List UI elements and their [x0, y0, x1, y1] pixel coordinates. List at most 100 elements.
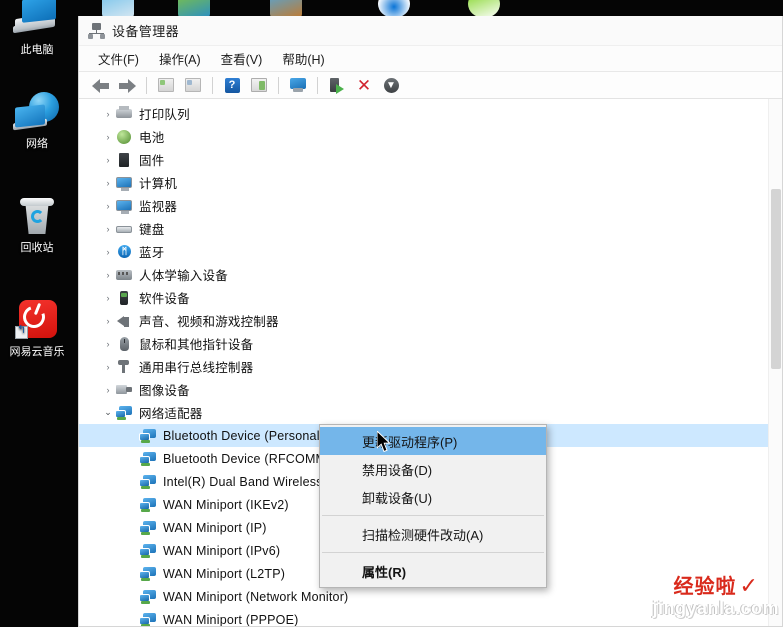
tree-item[interactable]: › ᛗ 蓝牙 — [79, 240, 782, 263]
software-device-icon — [115, 290, 133, 306]
context-menu-separator — [322, 552, 544, 553]
tree-item[interactable]: › 软件设备 — [79, 286, 782, 309]
chevron-right-icon[interactable]: › — [101, 155, 115, 165]
tree-item[interactable]: › 通用串行总线控制器 — [79, 355, 782, 378]
update-driver-button[interactable] — [324, 74, 350, 96]
tree-item-label: 声音、视频和游戏控制器 — [139, 315, 279, 329]
tree-item-label: 电池 — [139, 131, 165, 145]
desktop-icon-this-pc[interactable]: 此电脑 — [0, 0, 76, 57]
tree-item[interactable]: › 声音、视频和游戏控制器 — [79, 309, 782, 332]
tree-item-label: WAN Miniport (PPPOE) — [163, 612, 299, 627]
show-hidden-devices-icon — [158, 78, 174, 92]
toolbar-separator — [146, 76, 147, 94]
device-manager-window: 设备管理器 文件(F) 操作(A) 查看(V) 帮助(H) ? ✕ ▼ › 打印… — [78, 16, 783, 627]
tree-item[interactable]: › 固件 — [79, 148, 782, 171]
bluetooth-icon: ᛗ — [115, 244, 133, 260]
network-adapter-icon — [139, 497, 157, 513]
scan-hardware-changes-button[interactable] — [285, 74, 311, 96]
this-pc-icon — [13, 0, 61, 42]
tree-item[interactable]: › 图像设备 — [79, 378, 782, 401]
watermark-title: 经验啦 — [673, 576, 737, 598]
chevron-right-icon[interactable]: › — [101, 201, 115, 211]
network-icon — [13, 92, 61, 136]
chevron-right-icon[interactable]: › — [101, 362, 115, 372]
network-adapter-icon — [139, 612, 157, 626]
hid-icon — [115, 267, 133, 283]
tree-scrollbar-thumb[interactable] — [771, 189, 781, 369]
forward-button[interactable] — [114, 74, 140, 96]
context-menu-item[interactable]: 扫描检测硬件改动(A) — [320, 520, 546, 548]
tree-item[interactable]: › 鼠标和其他指针设备 — [79, 332, 782, 355]
chevron-right-icon[interactable]: › — [101, 339, 115, 349]
properties-icon — [251, 78, 267, 92]
tree-item-label: 网络适配器 — [139, 407, 203, 421]
network-adapter-icon — [139, 543, 157, 559]
print-button[interactable] — [180, 74, 206, 96]
menubar: 文件(F) 操作(A) 查看(V) 帮助(H) — [79, 46, 782, 72]
desktop-icon-label: 网易云音乐 — [9, 346, 65, 358]
context-menu-item[interactable]: 属性(R) — [320, 557, 546, 585]
chevron-right-icon[interactable]: › — [101, 224, 115, 234]
tree-item-label: 固件 — [139, 154, 165, 168]
chevron-right-icon[interactable]: › — [101, 132, 115, 142]
chevron-right-icon[interactable]: › — [101, 293, 115, 303]
netease-cloud-music-icon — [13, 300, 61, 344]
chevron-down-icon[interactable]: ⌄ — [101, 407, 115, 418]
disable-device-button[interactable]: ▼ — [378, 74, 404, 96]
tree-item[interactable]: › 电池 — [79, 125, 782, 148]
tree-item[interactable]: › 打印队列 — [79, 102, 782, 125]
desktop-icon-network[interactable]: 网络 — [0, 92, 76, 151]
imaging-device-icon — [115, 382, 133, 398]
battery-icon — [115, 129, 133, 145]
menu-file[interactable]: 文件(F) — [89, 46, 148, 71]
properties-button[interactable] — [246, 74, 272, 96]
scan-hardware-changes-icon — [289, 77, 307, 93]
chevron-right-icon[interactable]: › — [101, 270, 115, 280]
printer-icon — [115, 105, 133, 122]
partial-desktop-icon — [468, 0, 500, 17]
tree-item-label: 图像设备 — [139, 384, 190, 398]
chevron-right-icon[interactable]: › — [101, 247, 115, 257]
back-button[interactable] — [87, 74, 113, 96]
context-menu-item[interactable]: 卸载设备(U) — [320, 483, 546, 511]
chevron-right-icon[interactable]: › — [101, 385, 115, 395]
desktop-icon-label: 网络 — [26, 138, 48, 150]
network-adapter-icon — [139, 428, 157, 444]
update-driver-icon — [329, 77, 345, 94]
desktop-top-icon-strip — [98, 0, 783, 17]
menu-help[interactable]: 帮助(H) — [273, 46, 333, 71]
window-titlebar: 设备管理器 — [79, 16, 782, 46]
toolbar-separator — [317, 76, 318, 94]
desktop-icon-recycle-bin[interactable]: 回收站 — [0, 196, 76, 255]
network-adapter-icon — [139, 520, 157, 536]
tree-item[interactable]: › 监视器 — [79, 194, 782, 217]
chevron-right-icon[interactable]: › — [101, 316, 115, 326]
tree-item[interactable]: › 计算机 — [79, 171, 782, 194]
menu-view[interactable]: 查看(V) — [212, 46, 272, 71]
recycle-bin-icon — [13, 196, 61, 240]
tree-item-label: 软件设备 — [139, 292, 190, 306]
tree-item-label: WAN Miniport (IPv6) — [163, 543, 281, 558]
chevron-right-icon[interactable]: › — [101, 109, 115, 119]
tree-item-label: 蓝牙 — [139, 246, 165, 260]
tree-item-label: WAN Miniport (L2TP) — [163, 566, 286, 581]
tree-item-label: 通用串行总线控制器 — [139, 361, 254, 375]
desktop-icon-netease-cloud-music[interactable]: 网易云音乐 — [0, 300, 76, 359]
tree-item[interactable]: ⌄ 网络适配器 — [79, 401, 782, 424]
tree-item-label: WAN Miniport (IKEv2) — [163, 497, 289, 512]
context-menu-item[interactable]: 禁用设备(D) — [320, 455, 546, 483]
tree-item[interactable]: › 人体学输入设备 — [79, 263, 782, 286]
context-menu-item[interactable]: 更新驱动程序(P) — [320, 427, 546, 455]
context-menu[interactable]: 更新驱动程序(P) 禁用设备(D) 卸载设备(U) 扫描检测硬件改动(A) 属性(R) — [319, 424, 547, 588]
menu-action[interactable]: 操作(A) — [150, 46, 210, 71]
computer-icon — [115, 175, 133, 191]
uninstall-device-button[interactable]: ✕ — [351, 74, 377, 96]
chevron-right-icon[interactable]: › — [101, 178, 115, 188]
tree-scrollbar[interactable] — [768, 99, 782, 626]
window-title: 设备管理器 — [112, 24, 180, 39]
tree-item-label: 计算机 — [139, 177, 178, 191]
tree-item[interactable]: › 键盘 — [79, 217, 782, 240]
help-button[interactable]: ? — [219, 74, 245, 96]
watermark-check-icon: ✓ — [739, 573, 758, 598]
show-hidden-devices-button[interactable] — [153, 74, 179, 96]
